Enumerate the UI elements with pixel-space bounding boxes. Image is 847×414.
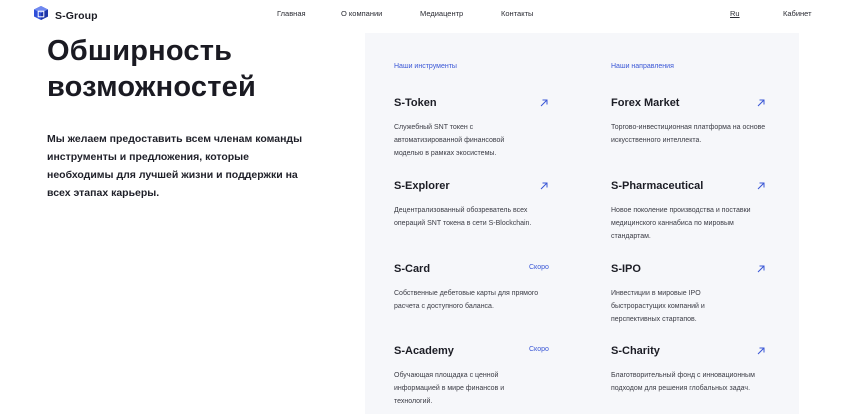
language-switch[interactable]: Ru xyxy=(730,9,740,18)
direction-card-s-ipo[interactable]: S-IPO Инвестиции в мировые IPO быстрорас… xyxy=(611,263,781,327)
hero-description: Мы желаем предоставить всем членам коман… xyxy=(47,133,303,199)
page: S-Group Главная О компании Медиацентр Ко… xyxy=(0,0,847,414)
page-title-line1: Обширность xyxy=(47,35,233,67)
features-panel: Наши инструменты Наши направления S-Toke… xyxy=(365,33,799,414)
card-description: Обучающая площадка с ценной информацией … xyxy=(394,372,505,406)
card-description: Децентрализованный обозреватель всех опе… xyxy=(394,207,532,228)
nav-about[interactable]: О компании xyxy=(341,9,382,18)
card-description: Торгово-инвестиционная платформа на осно… xyxy=(611,124,766,145)
arrow-up-right-icon[interactable] xyxy=(756,95,766,107)
top-header: S-Group Главная О компании Медиацентр Ко… xyxy=(0,0,847,28)
direction-card-s-pharmaceutical[interactable]: S-Pharmaceutical Новое поколение произво… xyxy=(611,180,781,244)
tool-card-s-academy[interactable]: S-Academy Обучающая площадка с ценной ин… xyxy=(394,345,564,409)
coming-soon-badge: Скоро xyxy=(529,346,549,353)
card-description: Благотворительный фонд с инновационным п… xyxy=(611,372,755,393)
arrow-up-right-icon[interactable] xyxy=(756,178,766,190)
cube-logo-icon xyxy=(33,5,49,26)
nav-home[interactable]: Главная xyxy=(277,9,306,18)
nav-contacts[interactable]: Контакты xyxy=(501,9,533,18)
tool-card-s-token[interactable]: S-Token Служебный SNT токен с автоматизи… xyxy=(394,97,564,161)
nav-media[interactable]: Медиацентр xyxy=(420,9,463,18)
arrow-up-right-icon[interactable] xyxy=(756,261,766,273)
card-description: Инвестиции в мировые IPO быстрорастущих … xyxy=(611,290,705,324)
arrow-up-right-icon[interactable] xyxy=(539,95,549,107)
card-description: Новое поколение производства и поставки … xyxy=(611,207,751,241)
arrow-up-right-icon[interactable] xyxy=(539,178,549,190)
tool-card-s-card[interactable]: S-Card Собственные дебетовые карты для п… xyxy=(394,263,564,313)
page-title-line2: возможностей xyxy=(47,71,256,103)
direction-card-s-charity[interactable]: S-Charity Благотворительный фонд с иннов… xyxy=(611,345,781,395)
directions-column-label: Наши направления xyxy=(611,63,674,70)
brand-name: S-Group xyxy=(55,9,98,22)
tools-column-label: Наши инструменты xyxy=(394,63,457,70)
direction-card-forex-market[interactable]: Forex Market Торгово-инвестиционная плат… xyxy=(611,97,781,147)
tool-card-s-explorer[interactable]: S-Explorer Децентрализованный обозревате… xyxy=(394,180,564,230)
cabinet-link[interactable]: Кабинет xyxy=(783,9,812,18)
card-description: Собственные дебетовые карты для прямого … xyxy=(394,290,539,311)
coming-soon-badge: Скоро xyxy=(529,264,549,271)
arrow-up-right-icon[interactable] xyxy=(756,343,766,355)
card-description: Служебный SNT токен с автоматизированной… xyxy=(394,124,505,158)
brand-logo[interactable]: S-Group xyxy=(33,5,98,26)
page-title: Обширность возможностей xyxy=(47,33,347,105)
